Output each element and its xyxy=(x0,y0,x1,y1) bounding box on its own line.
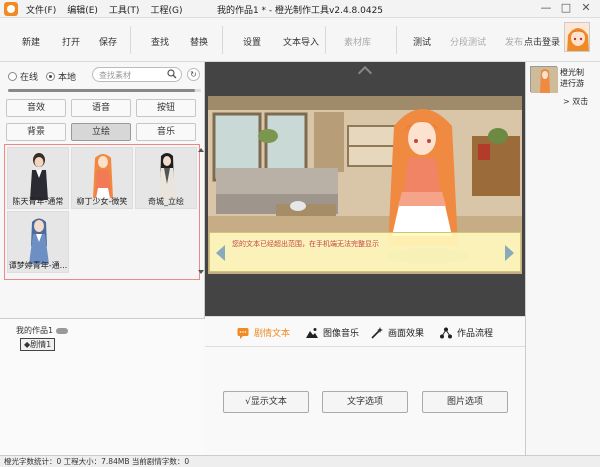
material-gallery: 陈天青年-通常 柳丁少女-微笑 奇城_立绘 谭梦婷青年-通... xyxy=(4,144,200,280)
scene-preview[interactable]: 您的文本已经超出范围，在手机端无法完整显示 xyxy=(208,96,522,274)
guide-hint: > 双击 xyxy=(563,97,589,106)
thumb-label: 陈天青年-通常 xyxy=(12,197,64,206)
close-button[interactable]: ✕ xyxy=(576,1,596,14)
image-options-button[interactable]: 图片选项 xyxy=(422,391,508,413)
search-icon[interactable] xyxy=(167,69,177,79)
chevron-up-icon[interactable] xyxy=(357,65,373,81)
preview-canvas: 您的文本已经超出范围，在手机端无法完整显示 xyxy=(205,62,525,316)
find-button[interactable]: 查找 xyxy=(151,35,169,48)
main-toolbar: 新建 打开 保存 查找 替换 设置 文本导入 素材库 测试 分段测试 发布 点击… xyxy=(0,18,600,62)
scroll-down-icon[interactable] xyxy=(198,270,204,274)
story-tree: 我的作品1 ◆剧情1 xyxy=(0,318,205,455)
next-arrow-icon[interactable] xyxy=(505,245,514,261)
tab-screen-effect-label: 画面效果 xyxy=(388,329,425,339)
settings-button[interactable]: 设置 xyxy=(243,35,261,48)
magic-wand-icon xyxy=(371,326,383,339)
tab-image-music-label: 图像音乐 xyxy=(323,329,360,339)
category-character[interactable]: 立绘 xyxy=(71,123,131,141)
radio-local-label: 本地 xyxy=(58,73,77,83)
refresh-icon[interactable]: ↻ xyxy=(187,68,200,81)
tag-icon xyxy=(56,327,69,334)
category-voice[interactable]: 语音 xyxy=(71,99,131,117)
material-library-button[interactable]: 素材库 xyxy=(344,35,371,48)
tab-story-text-label: 剧情文本 xyxy=(254,329,291,339)
tab-image-music[interactable]: 图像音乐 xyxy=(306,326,359,339)
toolbar-divider xyxy=(130,26,131,54)
category-music[interactable]: 音乐 xyxy=(136,123,196,141)
source-radio-group: 在线 本地 xyxy=(8,70,84,83)
show-text-button[interactable]: √显示文本 xyxy=(223,391,309,413)
menu-tools[interactable]: 工具(T) xyxy=(109,3,140,16)
mountain-icon xyxy=(306,327,318,338)
category-sound-effect[interactable]: 音效 xyxy=(6,99,66,117)
guide-title: 橙光制 xyxy=(560,68,584,77)
new-button[interactable]: 新建 xyxy=(22,35,40,48)
chat-icon xyxy=(237,327,249,339)
material-thumb[interactable]: 陈天青年-通常 xyxy=(7,147,69,209)
thumbnail-size-slider[interactable] xyxy=(8,89,201,92)
editor-tabs: 剧情文本 图像音乐 画面效果 作品流程 xyxy=(205,317,525,347)
replace-button[interactable]: 替换 xyxy=(190,35,208,48)
toolbar-divider xyxy=(222,26,223,54)
flow-icon xyxy=(440,327,452,338)
menu-bar: 文件(F) 编辑(E) 工具(T) 工程(G) xyxy=(26,3,193,16)
thumb-label: 谭梦婷青年-通... xyxy=(8,261,68,270)
tree-root-label: 我的作品1 xyxy=(16,326,54,335)
tab-screen-effect[interactable]: 画面效果 xyxy=(371,326,424,339)
menu-project[interactable]: 工程(G) xyxy=(150,3,182,16)
menu-edit[interactable]: 编辑(E) xyxy=(67,3,98,16)
toolbar-divider xyxy=(325,26,326,54)
status-bar: 橙光字数统计：0 工程大小：7.84MB 当前剧情字数：0 xyxy=(0,455,600,467)
tab-work-flow-label: 作品流程 xyxy=(457,329,494,339)
user-avatar[interactable] xyxy=(564,22,590,52)
thumb-label: 奇城_立绘 xyxy=(148,197,184,206)
menu-file[interactable]: 文件(F) xyxy=(26,3,56,16)
minimize-button[interactable]: — xyxy=(536,1,556,14)
category-background[interactable]: 背景 xyxy=(6,123,66,141)
publish-button[interactable]: 发布 xyxy=(505,35,523,48)
maximize-button[interactable]: □ xyxy=(556,1,576,14)
scroll-up-icon[interactable] xyxy=(198,148,204,152)
guide-subtitle: 进行游 xyxy=(560,79,584,88)
app-logo-icon xyxy=(4,2,18,16)
category-button[interactable]: 按钮 xyxy=(136,99,196,117)
save-button[interactable]: 保存 xyxy=(99,35,117,48)
app-window: 文件(F) 编辑(E) 工具(T) 工程(G) 我的作品1 * - 橙光制作工具… xyxy=(0,0,600,467)
right-panel: 橙光制 进行游 > 双击 xyxy=(525,62,600,455)
thumb-label: 柳丁少女-微笑 xyxy=(76,197,128,206)
test-button[interactable]: 测试 xyxy=(413,35,431,48)
login-button[interactable]: 点击登录 xyxy=(524,35,560,48)
slider-fill xyxy=(8,89,196,92)
material-thumb[interactable]: 柳丁少女-微笑 xyxy=(71,147,133,209)
previous-arrow-icon[interactable] xyxy=(216,245,225,261)
tab-work-flow[interactable]: 作品流程 xyxy=(440,326,493,339)
title-bar: 文件(F) 编辑(E) 工具(T) 工程(G) 我的作品1 * - 橙光制作工具… xyxy=(0,0,600,18)
tree-node-chapter[interactable]: ◆剧情1 xyxy=(20,338,56,351)
radio-local[interactable] xyxy=(46,72,56,81)
window-controls: — □ ✕ xyxy=(536,1,596,14)
branch-test-button[interactable]: 分段测试 xyxy=(450,35,486,48)
tab-story-text[interactable]: 剧情文本 xyxy=(237,326,290,339)
radio-online-label: 在线 xyxy=(20,73,39,83)
open-button[interactable]: 打开 xyxy=(62,35,80,48)
toolbar-divider xyxy=(396,26,397,54)
material-thumb[interactable]: 奇城_立绘 xyxy=(135,147,197,209)
radio-online[interactable] xyxy=(8,72,17,81)
material-thumb[interactable]: 谭梦婷青年-通... xyxy=(7,211,69,273)
material-panel: 在线 本地 查找素材 ↻ 音效 语音 按钮 背景 立绘 音乐 陈天青年-通常 柳… xyxy=(0,62,205,455)
tree-root[interactable]: 我的作品1 xyxy=(16,325,69,336)
editor-panel: 剧情文本 图像音乐 画面效果 作品流程 √显示文本 文字选项 图片选项 xyxy=(205,316,525,455)
text-import-button[interactable]: 文本导入 xyxy=(283,35,319,48)
dialog-box[interactable]: 您的文本已经超出范围，在手机端无法完整显示 xyxy=(209,232,521,272)
gallery-scrollbar[interactable] xyxy=(198,144,204,278)
dialog-warning-text: 您的文本已经超出范围，在手机端无法完整显示 xyxy=(232,240,379,248)
guide-thumbnail[interactable] xyxy=(530,66,558,93)
text-options-button[interactable]: 文字选项 xyxy=(322,391,408,413)
